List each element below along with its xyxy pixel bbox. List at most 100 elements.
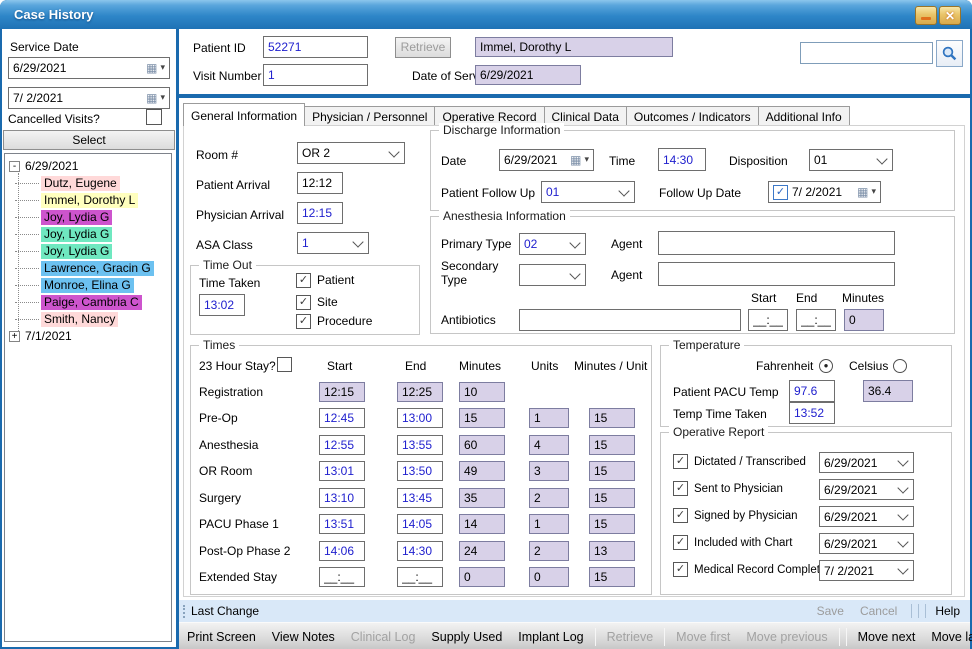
- celsius-radio[interactable]: [893, 359, 907, 373]
- fahrenheit-radio[interactable]: ●: [819, 359, 833, 373]
- retrieve-button[interactable]: Retrieve: [395, 37, 451, 58]
- discharge-time-field[interactable]: 14:30: [658, 148, 706, 171]
- print-screen-button[interactable]: Print Screen: [179, 630, 264, 644]
- tree-item-patient[interactable]: Monroe, Elina G: [5, 277, 171, 294]
- timeout-patient-checkbox[interactable]: ✓: [296, 273, 311, 288]
- secondary-type-dropdown[interactable]: [519, 264, 586, 286]
- tree-item-patient[interactable]: Dutz, Eugene: [5, 175, 171, 192]
- dictated-date-dropdown[interactable]: 6/29/2021: [819, 452, 914, 473]
- follow-up-date-checkbox[interactable]: ✓: [773, 185, 788, 200]
- clinical-log-button[interactable]: Clinical Log: [343, 630, 424, 644]
- tab-general-information[interactable]: General Information: [183, 103, 305, 126]
- preop-end-field[interactable]: 13:00: [397, 408, 443, 428]
- cancel-button[interactable]: Cancel: [860, 604, 897, 618]
- minimize-button[interactable]: [915, 6, 937, 25]
- tree-node-date[interactable]: +7/1/2021: [5, 328, 171, 345]
- room-dropdown[interactable]: OR 2: [297, 142, 405, 164]
- primary-type-dropdown[interactable]: 02: [519, 233, 586, 255]
- tree-item-patient[interactable]: Lawrence, Gracin G: [5, 260, 171, 277]
- included-label: Included with Chart: [694, 537, 792, 549]
- included-date-dropdown[interactable]: 6/29/2021: [819, 533, 914, 554]
- follow-up-date-picker[interactable]: ✓ 7/ 2/2021 ▦ ▾: [768, 181, 881, 203]
- temp-time-taken-field[interactable]: 13:52: [789, 402, 835, 424]
- view-notes-button[interactable]: View Notes: [264, 630, 343, 644]
- timeout-site-checkbox[interactable]: ✓: [296, 295, 311, 310]
- asa-class-dropdown[interactable]: 1: [297, 232, 369, 254]
- physician-arrival-field[interactable]: 12:15: [297, 202, 343, 224]
- tree-node-date[interactable]: -6/29/2021: [5, 158, 171, 175]
- tab-outcomes-indicators[interactable]: Outcomes / Indicators: [626, 106, 759, 126]
- asa-class-label: ASA Class: [196, 238, 253, 252]
- sent-checkbox[interactable]: ✓: [673, 481, 688, 496]
- dropdown-arrow-icon[interactable]: ▾: [160, 63, 165, 73]
- tab-physician-personnel[interactable]: Physician / Personnel: [304, 106, 435, 126]
- pacu1-start-field[interactable]: 13:51: [319, 514, 365, 534]
- extended-stay-end-field[interactable]: __:__: [397, 567, 443, 587]
- signed-checkbox[interactable]: ✓: [673, 508, 688, 523]
- patient-arrival-field[interactable]: 12:12: [297, 172, 343, 194]
- record-complete-date-dropdown[interactable]: 7/ 2/2021: [819, 560, 914, 581]
- secondary-agent-field[interactable]: [658, 262, 895, 286]
- select-button[interactable]: Select: [3, 130, 175, 150]
- status-help-button[interactable]: Help: [935, 604, 960, 618]
- antibiotics-start-field[interactable]: __:__: [748, 309, 788, 331]
- dropdown-arrow-icon[interactable]: ▾: [871, 187, 876, 197]
- sent-date-dropdown[interactable]: 6/29/2021: [819, 479, 914, 500]
- expand-icon[interactable]: +: [9, 331, 20, 342]
- search-button[interactable]: [936, 40, 963, 67]
- included-checkbox[interactable]: ✓: [673, 535, 688, 550]
- antibiotics-end-field[interactable]: __:__: [796, 309, 836, 331]
- tree-item-patient[interactable]: Joy, Lydia G: [5, 209, 171, 226]
- postop2-end-field[interactable]: 14:30: [397, 541, 443, 561]
- postop2-start-field[interactable]: 14:06: [319, 541, 365, 561]
- save-button[interactable]: Save: [817, 604, 844, 618]
- tab-additional-info[interactable]: Additional Info: [758, 106, 850, 126]
- move-next-button[interactable]: Move next: [850, 630, 924, 644]
- record-complete-checkbox[interactable]: ✓: [673, 562, 688, 577]
- service-date-to-picker[interactable]: 7/ 2/2021 ▦ ▾: [8, 87, 170, 109]
- dropdown-arrow-icon[interactable]: ▾: [160, 93, 165, 103]
- time-taken-field[interactable]: 13:02: [199, 294, 245, 316]
- implant-log-button[interactable]: Implant Log: [510, 630, 591, 644]
- search-input[interactable]: [800, 42, 933, 64]
- signed-date-dropdown[interactable]: 6/29/2021: [819, 506, 914, 527]
- move-first-button[interactable]: Move first: [668, 630, 738, 644]
- surgery-start-field[interactable]: 13:10: [319, 488, 365, 508]
- tree-item-patient[interactable]: Joy, Lydia G: [5, 226, 171, 243]
- preop-start-field[interactable]: 12:45: [319, 408, 365, 428]
- dictated-checkbox[interactable]: ✓: [673, 454, 688, 469]
- move-previous-button[interactable]: Move previous: [738, 630, 835, 644]
- discharge-date-picker[interactable]: 6/29/2021 ▦ ▾: [499, 149, 594, 171]
- anesthesia-start-field[interactable]: 12:55: [319, 435, 365, 455]
- supply-used-button[interactable]: Supply Used: [423, 630, 510, 644]
- 23-hour-stay-checkbox[interactable]: [277, 357, 292, 372]
- or-room-end-field[interactable]: 13:50: [397, 461, 443, 481]
- patient-id-field[interactable]: 52271: [263, 36, 368, 58]
- close-button[interactable]: ✕: [939, 6, 961, 25]
- tree-item-patient[interactable]: Joy, Lydia G: [5, 243, 171, 260]
- service-date-from-picker[interactable]: 6/29/2021 ▦ ▾: [8, 57, 170, 79]
- visit-number-field[interactable]: 1: [263, 64, 368, 86]
- surgery-end-field[interactable]: 13:45: [397, 488, 443, 508]
- disposition-dropdown[interactable]: 01: [809, 149, 893, 171]
- move-last-button[interactable]: Move last: [923, 630, 972, 644]
- pacu-temp-f-field[interactable]: 97.6: [789, 380, 835, 402]
- primary-agent-field[interactable]: [658, 231, 895, 255]
- retrieve-toolbar-button[interactable]: Retrieve: [599, 630, 662, 644]
- calendar-icon: ▦: [857, 185, 868, 199]
- separator: [846, 628, 847, 646]
- collapse-icon[interactable]: -: [9, 161, 20, 172]
- tree-item-patient[interactable]: Smith, Nancy: [5, 311, 171, 328]
- tree-item-patient[interactable]: Paige, Cambria C: [5, 294, 171, 311]
- dropdown-arrow-icon[interactable]: ▾: [584, 155, 589, 165]
- tree-item-patient[interactable]: Immel, Dorothy L: [5, 192, 171, 209]
- timeout-procedure-checkbox[interactable]: ✓: [296, 314, 311, 329]
- or-room-start-field[interactable]: 13:01: [319, 461, 365, 481]
- cancelled-visits-checkbox[interactable]: [146, 109, 162, 125]
- separator: [595, 628, 596, 646]
- pacu1-end-field[interactable]: 14:05: [397, 514, 443, 534]
- antibiotics-field[interactable]: [519, 309, 741, 331]
- anesthesia-end-field[interactable]: 13:55: [397, 435, 443, 455]
- patient-follow-up-dropdown[interactable]: 01: [541, 181, 635, 203]
- extended-stay-start-field[interactable]: __:__: [319, 567, 365, 587]
